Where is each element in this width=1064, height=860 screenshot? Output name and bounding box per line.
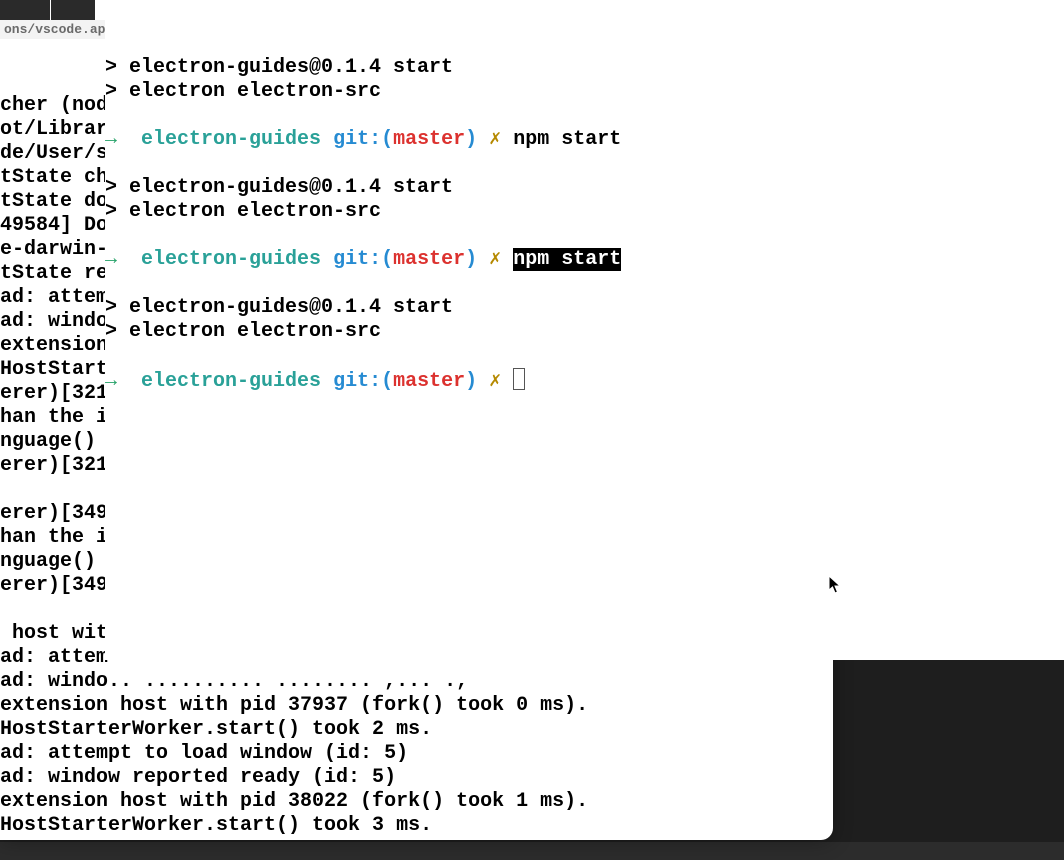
terminal-output-line: > electron-guides@0.1.4 start xyxy=(105,56,1064,80)
terminal-window[interactable]: > electron-guides@0.1.4 start> electron … xyxy=(105,0,1064,660)
terminal-output-line: > electron electron-src xyxy=(105,320,1064,344)
terminal-prompt-line: → electron-guides git:(master) ✗ npm sta… xyxy=(105,248,1064,272)
terminal-command: npm start xyxy=(513,128,621,151)
terminal-command-selected[interactable]: npm start xyxy=(513,248,621,271)
terminal-prompt-line[interactable]: → electron-guides git:(master) ✗ xyxy=(105,368,1064,394)
editor-tab[interactable] xyxy=(0,0,50,20)
terminal-output-line: > electron-guides@0.1.4 start xyxy=(105,296,1064,320)
terminal-prompt-line: → electron-guides git:(master) ✗ npm sta… xyxy=(105,128,1064,152)
terminal-output[interactable]: > electron-guides@0.1.4 start> electron … xyxy=(105,0,1064,394)
breadcrumb: ons/vscode.app xyxy=(0,20,110,39)
terminal-output-line: > electron electron-src xyxy=(105,80,1064,104)
terminal-output-line: > electron-guides@0.1.4 start xyxy=(105,176,1064,200)
terminal-cursor[interactable] xyxy=(513,368,525,390)
editor-tab[interactable] xyxy=(51,0,95,20)
editor-tabs xyxy=(0,0,96,20)
terminal-output-line: > electron electron-src xyxy=(105,200,1064,224)
